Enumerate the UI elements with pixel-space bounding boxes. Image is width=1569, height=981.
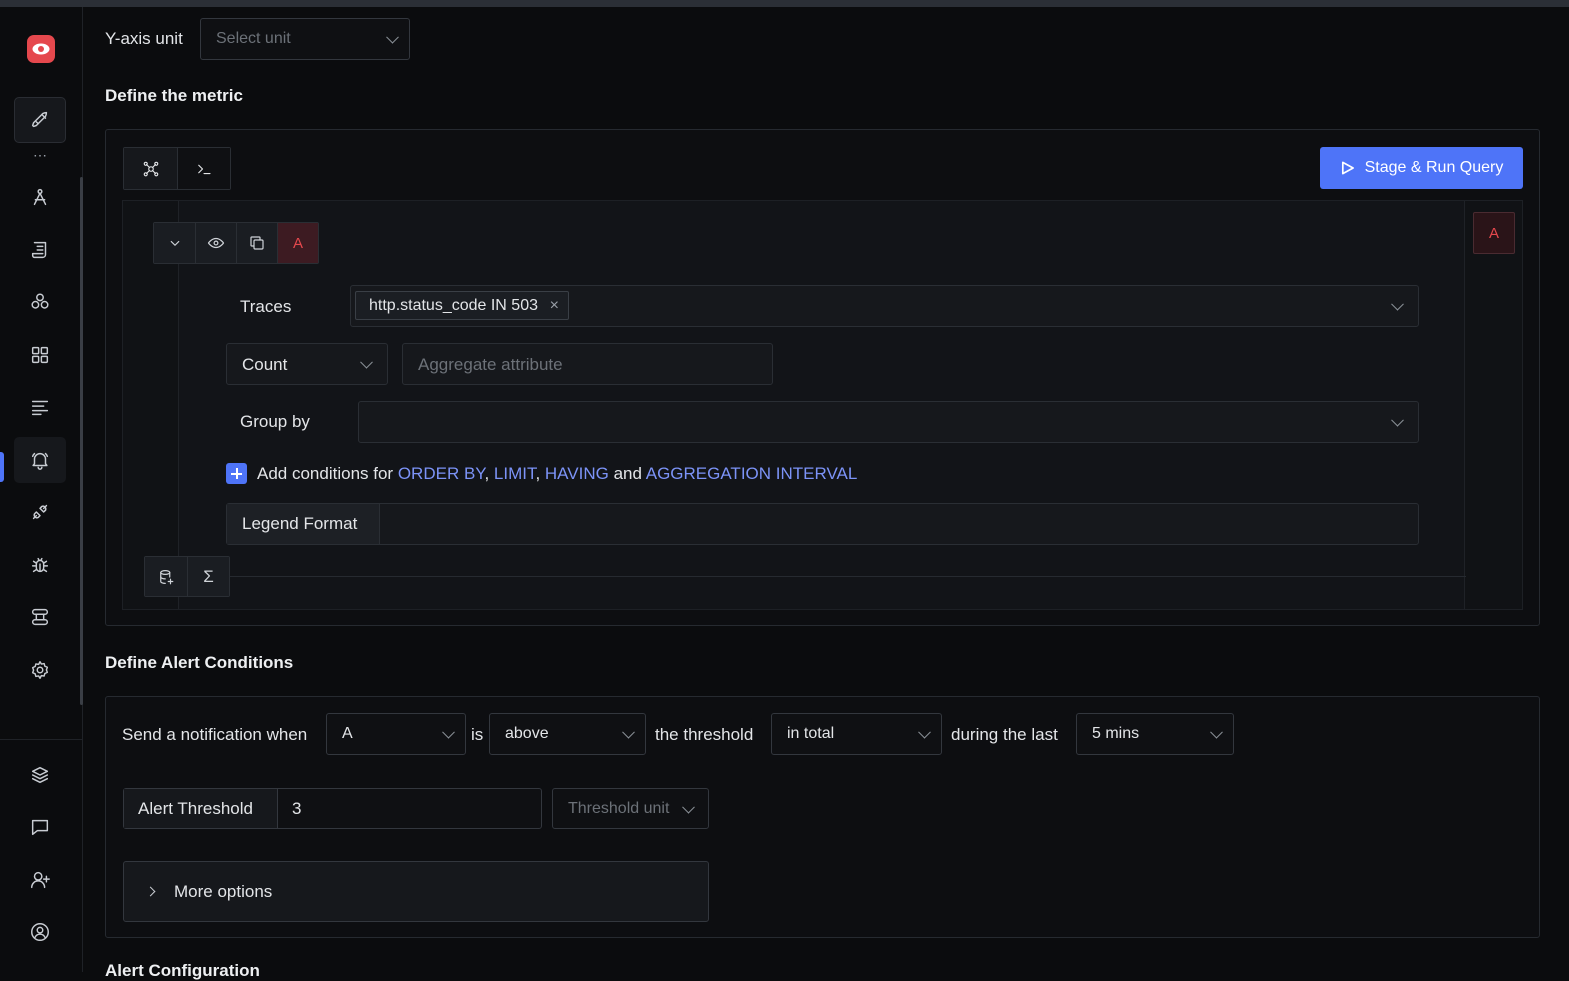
logo-icon[interactable] bbox=[27, 35, 55, 63]
terminal-icon[interactable] bbox=[177, 148, 230, 189]
add-plus-icon[interactable] bbox=[226, 463, 247, 484]
comparison-operator-value: above bbox=[505, 725, 549, 742]
the-threshold-text: the threshold bbox=[655, 725, 754, 744]
evaluation-window-value: 5 mins bbox=[1092, 725, 1140, 742]
invite-user-icon[interactable] bbox=[14, 857, 66, 903]
dashboard-icon[interactable] bbox=[14, 332, 66, 378]
add-conditions-prefix: Add conditions for bbox=[257, 463, 394, 483]
query-builder-area: A A Traces http.status_code IN 503 × Cou… bbox=[122, 200, 1523, 610]
query-badge[interactable]: A bbox=[1473, 212, 1515, 254]
threshold-unit-select[interactable]: Threshold unit bbox=[552, 788, 709, 829]
aggregate-attribute-placeholder: Aggregate attribute bbox=[418, 355, 563, 374]
apps-icon[interactable] bbox=[14, 279, 66, 325]
collapse-chevron-icon[interactable] bbox=[154, 223, 195, 263]
metric-panel: Stage & Run Query A A Traces http.status… bbox=[105, 129, 1540, 626]
aggregation-interval-link[interactable]: AGGREGATION INTERVAL bbox=[646, 464, 858, 483]
more-options-label: More options bbox=[174, 881, 273, 901]
alert-threshold-input[interactable]: 3 bbox=[292, 799, 301, 819]
alert-threshold-group: Alert Threshold 3 bbox=[123, 788, 542, 829]
add-formula-sigma-icon[interactable]: Σ bbox=[187, 557, 229, 596]
threshold-unit-placeholder: Threshold unit bbox=[568, 799, 670, 817]
evaluation-window-select[interactable]: 5 mins bbox=[1076, 713, 1234, 755]
account-icon[interactable] bbox=[14, 909, 66, 955]
and-text: and bbox=[613, 463, 642, 483]
query-toolbar: A bbox=[153, 222, 319, 264]
y-axis-unit-select[interactable]: Select unit bbox=[200, 18, 410, 60]
chevron-down-icon bbox=[386, 30, 399, 44]
sidebar-scrollbar[interactable] bbox=[80, 177, 83, 705]
alert-query-select[interactable]: A bbox=[326, 713, 466, 755]
more-dots-icon[interactable]: ⋯ bbox=[33, 147, 48, 164]
query-builder-icon[interactable] bbox=[124, 148, 177, 189]
y-axis-unit-label: Y-axis unit bbox=[105, 29, 183, 48]
data-source-label: Traces bbox=[240, 297, 292, 316]
aggregate-attribute-input[interactable]: Aggregate attribute bbox=[402, 343, 773, 385]
stage-run-query-label: Stage & Run Query bbox=[1364, 159, 1504, 176]
chat-icon[interactable] bbox=[14, 804, 66, 850]
chevron-down-icon bbox=[1391, 413, 1404, 427]
chevron-down-icon bbox=[918, 725, 931, 739]
match-type-select[interactable]: in total bbox=[771, 713, 942, 755]
pen-tool-icon[interactable] bbox=[14, 174, 66, 220]
play-icon bbox=[1341, 161, 1354, 175]
top-bar bbox=[0, 0, 1569, 7]
pipeline-icon[interactable] bbox=[14, 594, 66, 640]
settings-icon[interactable] bbox=[14, 647, 66, 693]
main-content: Y-axis unit Select unit Define the metri… bbox=[84, 7, 1569, 980]
alert-conditions-panel: Send a notification when A is above the … bbox=[105, 696, 1540, 938]
order-by-link[interactable]: ORDER BY bbox=[398, 464, 485, 483]
define-metric-title: Define the metric bbox=[105, 86, 243, 105]
plug-icon[interactable] bbox=[14, 489, 66, 535]
divider bbox=[179, 576, 1466, 577]
sidebar-divider bbox=[0, 739, 83, 740]
during-the-last-text: during the last bbox=[951, 725, 1058, 744]
limit-link[interactable]: LIMIT bbox=[494, 464, 536, 483]
chevron-down-icon bbox=[360, 355, 373, 369]
add-query-database-icon[interactable] bbox=[145, 557, 187, 596]
aggregate-operator-select[interactable]: Count bbox=[226, 343, 388, 385]
filter-tag[interactable]: http.status_code IN 503 × bbox=[355, 291, 569, 320]
more-options-collapse[interactable]: More options bbox=[123, 861, 709, 922]
sidebar: ⋯ bbox=[0, 7, 83, 972]
group-by-label: Group by bbox=[240, 412, 310, 431]
query-mode-toggle bbox=[123, 147, 231, 190]
chevron-down-icon bbox=[1210, 725, 1223, 739]
active-indicator bbox=[0, 452, 4, 482]
visibility-eye-icon[interactable] bbox=[195, 223, 236, 263]
copy-icon[interactable] bbox=[236, 223, 277, 263]
get-started-rocket-icon[interactable] bbox=[14, 97, 66, 143]
alert-configuration-title: Alert Configuration bbox=[105, 961, 260, 980]
chevron-down-icon bbox=[622, 725, 635, 739]
aggregate-operator-value: Count bbox=[242, 355, 288, 374]
chevron-down-icon bbox=[682, 800, 695, 814]
match-type-value: in total bbox=[787, 725, 835, 742]
alert-threshold-label: Alert Threshold bbox=[124, 789, 278, 828]
chevron-right-icon bbox=[145, 886, 156, 897]
comparison-operator-select[interactable]: above bbox=[489, 713, 646, 755]
alert-query-value: A bbox=[342, 725, 353, 742]
stage-run-query-button[interactable]: Stage & Run Query bbox=[1320, 147, 1523, 189]
define-alert-conditions-title: Define Alert Conditions bbox=[105, 653, 294, 672]
logs-icon[interactable] bbox=[14, 227, 66, 273]
y-axis-unit-placeholder: Select unit bbox=[216, 30, 291, 47]
chevron-down-icon bbox=[442, 725, 455, 739]
having-link[interactable]: HAVING bbox=[545, 464, 609, 483]
list-icon[interactable] bbox=[14, 384, 66, 430]
query-add-tools: Σ bbox=[144, 556, 230, 597]
alert-bell-icon[interactable] bbox=[14, 437, 66, 483]
query-letter-button[interactable]: A bbox=[277, 223, 318, 263]
filter-tag-label: http.status_code IN 503 bbox=[369, 296, 538, 314]
layers-icon[interactable] bbox=[14, 752, 66, 798]
remove-tag-close-icon[interactable]: × bbox=[550, 297, 559, 315]
legend-format-label: Legend Format bbox=[227, 504, 380, 544]
send-notification-text: Send a notification when bbox=[122, 725, 308, 744]
add-conditions-row[interactable]: Add conditions for ORDER BY, LIMIT, HAVI… bbox=[226, 463, 857, 484]
is-text: is bbox=[471, 725, 484, 744]
legend-format-input[interactable]: Legend Format bbox=[226, 503, 1419, 545]
bug-icon[interactable] bbox=[14, 542, 66, 588]
group-by-select[interactable] bbox=[358, 401, 1419, 443]
query-right-rail: A bbox=[1464, 201, 1522, 609]
chevron-down-icon bbox=[1391, 297, 1404, 311]
